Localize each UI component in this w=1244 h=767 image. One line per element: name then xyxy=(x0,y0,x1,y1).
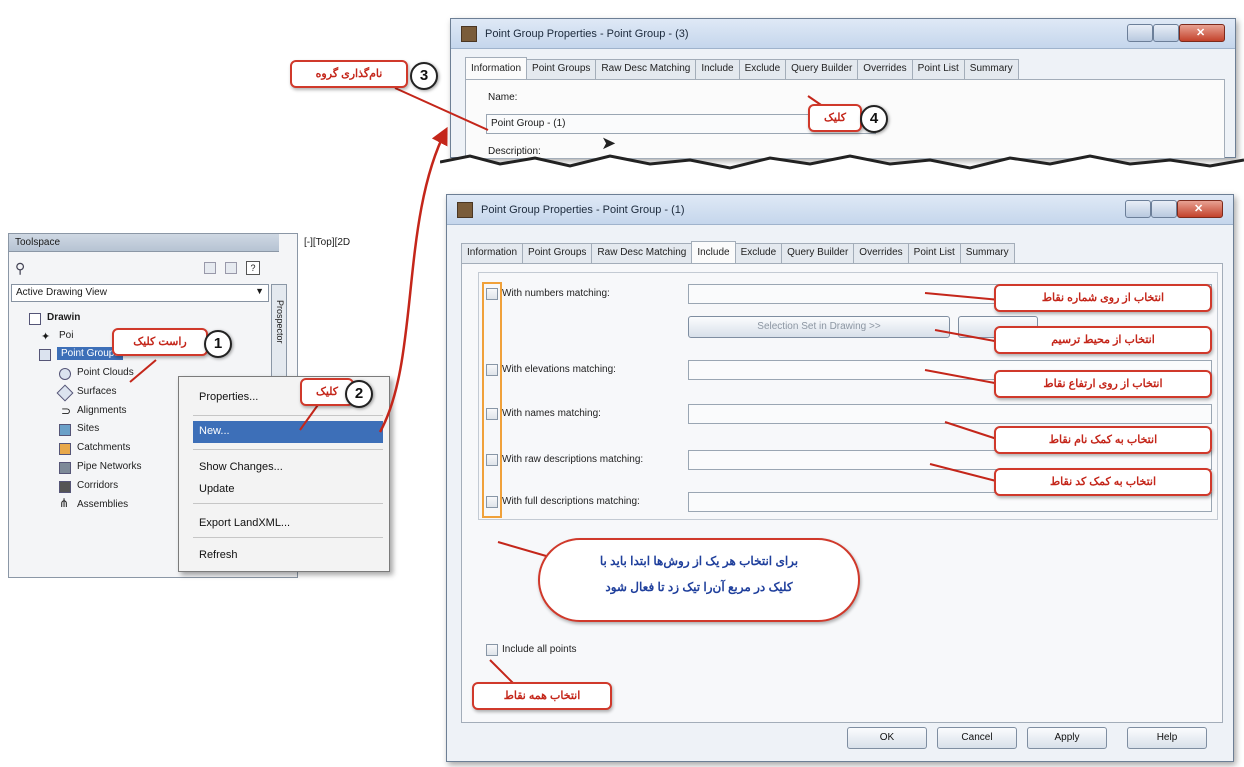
step4-number: 4 xyxy=(860,105,888,133)
step1-number: 1 xyxy=(204,330,232,358)
step3-number: 3 xyxy=(410,62,438,90)
all-points-callout: انتخاب همه نقاط xyxy=(472,682,612,710)
numbers-callout: انتخاب از روی شماره نقاط xyxy=(994,284,1212,312)
names-callout: انتخاب به کمک نام نقاط xyxy=(994,426,1212,454)
checkbox-note-callout: برای انتخاب هر یک از روش‌ها ابتدا باید ب… xyxy=(538,538,860,622)
codes-callout: انتخاب به کمک کد نقاط xyxy=(994,468,1212,496)
drawing-callout: انتخاب از محیط ترسیم xyxy=(994,326,1212,354)
step1-callout: راست کلیک xyxy=(112,328,208,356)
step2-number: 2 xyxy=(345,380,373,408)
elevations-callout: انتخاب از روی ارتفاع نقاط xyxy=(994,370,1212,398)
step4-callout: کلیک xyxy=(808,104,862,132)
step3-callout: نام‌گذاری گروه xyxy=(290,60,408,88)
